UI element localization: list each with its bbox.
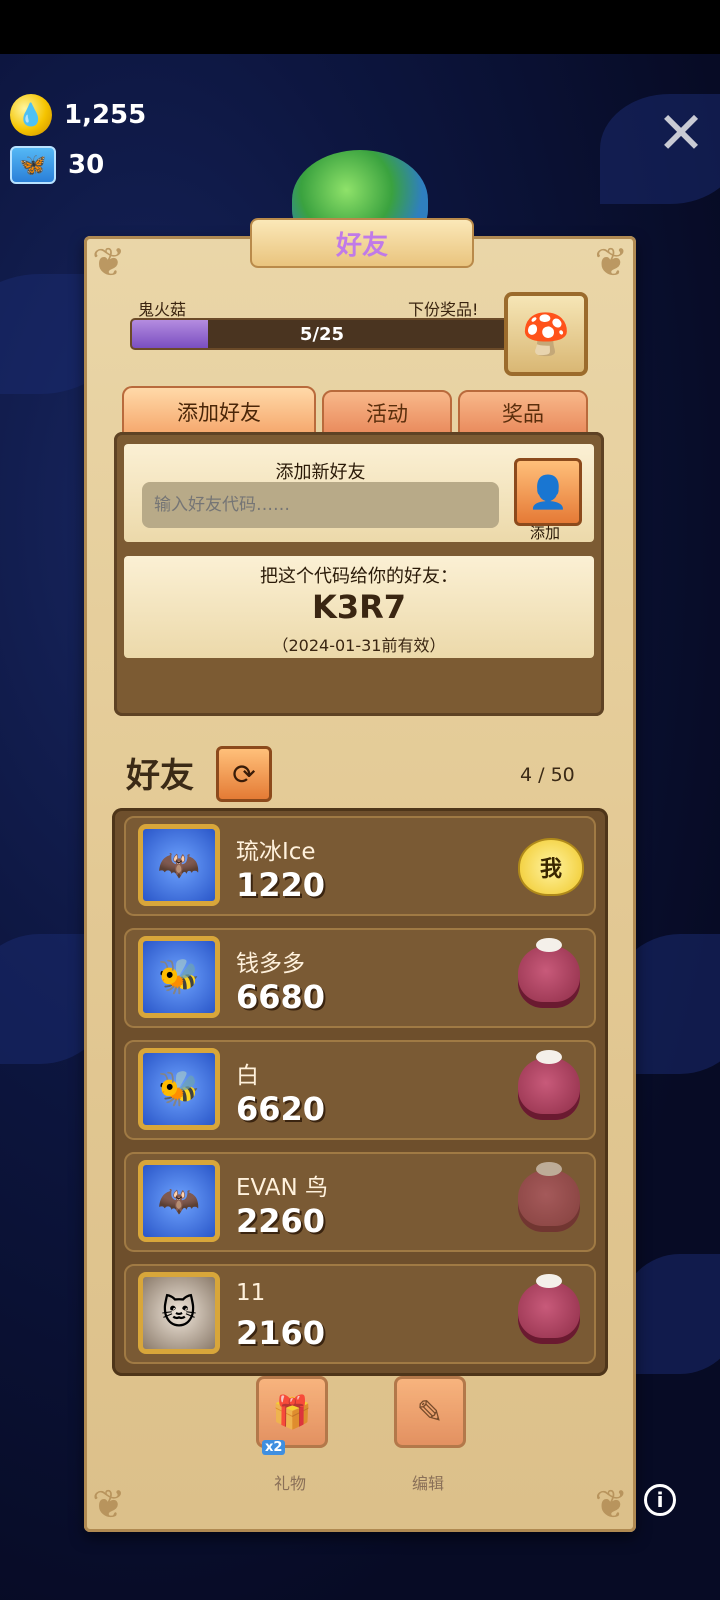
friend-score: 2260 (236, 1202, 326, 1240)
bat-icon: 🦇 (138, 824, 220, 906)
code-valid-until: （2024-01-31前有效） (272, 636, 446, 655)
bee-icon: 🐝 (138, 936, 220, 1018)
gift-multiplier-badge: x2 (262, 1440, 286, 1455)
friend-score: 6680 (236, 978, 326, 1016)
friend-row[interactable]: 🐱 11 2160 (124, 1264, 596, 1364)
add-user-icon: 👤 (528, 473, 568, 511)
butterfly-value: 30 (68, 150, 105, 180)
gold-currency: 💧 1,255 (10, 94, 146, 136)
gold-drop-icon: 💧 (10, 94, 52, 136)
share-code-title: 把这个代码给你的好友： (260, 566, 458, 587)
friend-name: EVAN 鸟 (236, 1175, 329, 1201)
bee-icon: 🐝 (138, 1048, 220, 1130)
edit-label: 编辑 (411, 1474, 444, 1493)
add-friend-label: 添加 (529, 524, 560, 542)
friend-name: 11 (236, 1280, 266, 1306)
edit-button[interactable]: ✎ (394, 1376, 466, 1448)
gift-sack-button[interactable] (518, 938, 580, 1008)
friend-code-input[interactable] (142, 482, 499, 528)
friend-score: 6620 (236, 1090, 326, 1128)
panel-title: 好友 (250, 218, 474, 268)
pencil-icon: ✎ (416, 1393, 444, 1431)
friend-row[interactable]: 🐝 白 6620 (124, 1040, 596, 1140)
me-butterfly-badge: 我 (518, 838, 584, 896)
friend-row[interactable]: 🐝 钱多多 6680 (124, 928, 596, 1028)
add-friend-title: 添加新好友 (275, 462, 366, 483)
friend-score: 2160 (236, 1314, 326, 1352)
friend-code: K3R7 (312, 588, 406, 626)
friend-name: 白 (236, 1063, 259, 1089)
gifts-button[interactable]: 🎁 (256, 1376, 328, 1448)
reward-progress-bar: 5/25 (130, 318, 514, 350)
butterfly-icon: 🦋 (10, 146, 56, 184)
status-bar (0, 0, 720, 54)
add-friend-button[interactable]: 👤 (514, 458, 582, 526)
info-button[interactable]: i (644, 1484, 676, 1516)
refresh-button[interactable]: ⟳ (216, 746, 272, 802)
friend-count: 4 / 50 (520, 764, 575, 786)
cat-icon: 🐱 (138, 1272, 220, 1354)
close-button[interactable]: ✕ (656, 104, 706, 162)
gift-sack-button[interactable] (518, 1050, 580, 1120)
friend-name: 琉冰Ice (236, 839, 316, 865)
gift-sack-button-disabled (518, 1162, 580, 1232)
bat-icon: 🦇 (138, 1160, 220, 1242)
friend-row[interactable]: 🦇 EVAN 鸟 2260 (124, 1152, 596, 1252)
refresh-icon: ⟳ (232, 757, 256, 791)
gift-sack-button[interactable] (518, 1274, 580, 1344)
progress-left-label: 鬼火菇 (138, 300, 187, 319)
tab-add-friend[interactable]: 添加好友 (122, 386, 316, 438)
gifts-label: 礼物 (273, 1474, 306, 1493)
progress-right-label: 下份奖品! (408, 300, 479, 319)
gift-box-icon: 🎁 (272, 1393, 312, 1431)
friend-name: 钱多多 (236, 951, 305, 977)
progress-text: 5/25 (299, 323, 345, 345)
next-reward-mushroom-icon[interactable]: 🍄 (504, 292, 588, 376)
butterfly-currency: 🦋 30 (10, 146, 104, 184)
tab-rewards[interactable]: 奖品 (458, 390, 588, 436)
friends-section-title: 好友 (126, 756, 194, 796)
friend-row[interactable]: 🦇 琉冰Ice 1220 我 (124, 816, 596, 916)
tab-events[interactable]: 活动 (322, 390, 452, 436)
info-icon: i (656, 1488, 664, 1512)
gold-value: 1,255 (64, 100, 147, 130)
friend-score: 1220 (236, 866, 326, 904)
